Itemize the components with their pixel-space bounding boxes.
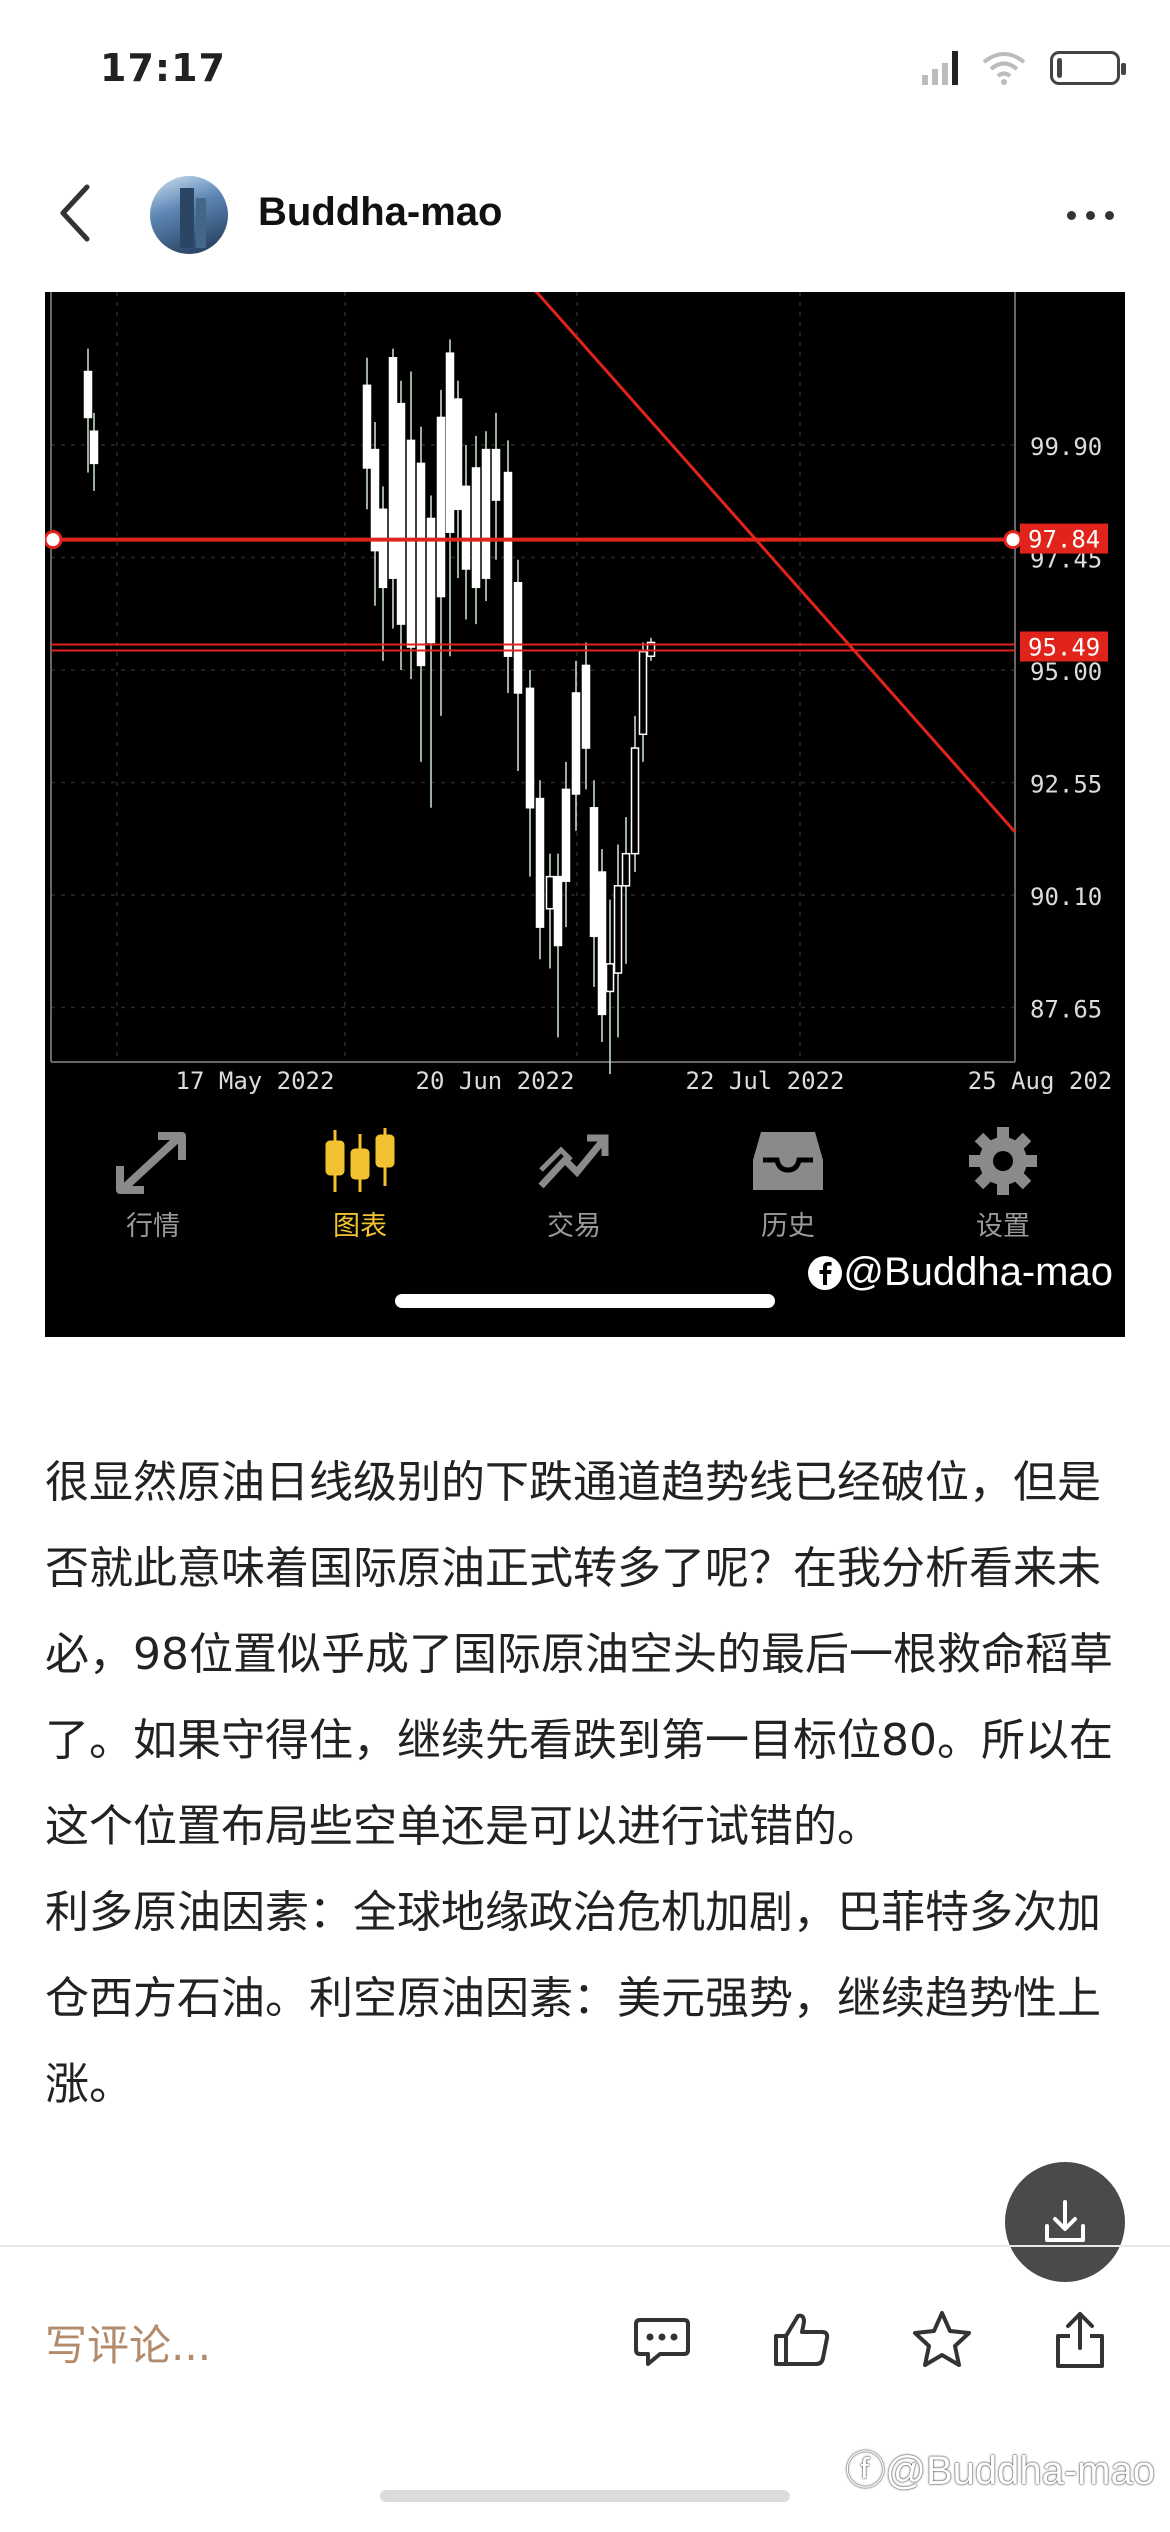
candle-body <box>362 384 372 469</box>
comment-icon[interactable] <box>630 2308 694 2372</box>
candle-body <box>453 398 463 511</box>
favorite-star-icon[interactable] <box>910 2308 974 2372</box>
candle-body <box>426 517 436 644</box>
status-bar: 17:17 <box>0 0 1170 150</box>
app-tab-label: 交易 <box>547 1211 601 1242</box>
candle-body <box>378 508 388 589</box>
candle-body <box>545 875 555 910</box>
watermark-text: @Buddha-mao <box>885 2449 1155 2493</box>
history-inbox-icon <box>749 1126 827 1196</box>
app-tab-4[interactable]: 设置 <box>923 1112 1083 1242</box>
candle-body <box>561 788 571 882</box>
like-thumbs-up-icon[interactable] <box>770 2308 834 2372</box>
candlestick-chart-icon <box>321 1126 399 1196</box>
candle-body <box>396 402 406 625</box>
candle-body <box>630 747 640 855</box>
candle-body <box>581 664 591 749</box>
candle-body <box>571 692 581 795</box>
x-tick-label: 20 Jun 2022 <box>416 1067 575 1095</box>
trendline <box>534 292 1017 833</box>
x-tick-label: 22 Jul 2022 <box>686 1067 845 1095</box>
candle-body <box>605 963 615 993</box>
price-label: 97.84 <box>1028 526 1100 554</box>
home-indicator <box>395 1294 775 1308</box>
x-tick-label: 17 May 2022 <box>176 1067 335 1095</box>
candle-body <box>589 807 599 938</box>
trade-trend-icon <box>535 1126 613 1196</box>
more-dot-icon <box>1066 210 1076 220</box>
status-time: 17:17 <box>100 46 226 90</box>
y-tick-label: 87.65 <box>1030 996 1102 1024</box>
candle-body <box>597 871 607 1016</box>
y-tick-label: 99.90 <box>1030 433 1102 461</box>
price-line-handle <box>1003 530 1023 550</box>
candle-body <box>513 582 523 694</box>
candle-body <box>638 650 648 736</box>
facebook-watermark: @Buddha-mao <box>807 1250 1113 1295</box>
chevron-left-icon <box>60 184 90 242</box>
download-icon <box>1045 2200 1085 2242</box>
app-tab-label: 历史 <box>761 1211 815 1242</box>
candle-body <box>503 471 513 657</box>
settings-gear-icon <box>964 1126 1042 1196</box>
app-tab-1[interactable]: 图表 <box>280 1112 440 1242</box>
home-indicator <box>380 2490 790 2502</box>
candle-body <box>491 448 501 501</box>
candlestick-chart: 99.9097.4595.0092.5590.1087.6517 May 202… <box>45 292 1113 1095</box>
bottom-action-bar: 写评论... <box>0 2250 1170 2430</box>
candle-body <box>525 687 535 809</box>
article-paragraph: 很显然原油日线级别的下跌通道趋势线已经破位，但是否就此意味着国际原油正式转多了呢… <box>45 1457 1113 1852</box>
back-button[interactable] <box>40 178 110 248</box>
candle-body <box>621 852 631 887</box>
price-line-handle <box>45 530 63 550</box>
watermark-text: @Buddha-mao <box>843 1250 1113 1294</box>
post-header: Buddha-mao <box>0 160 1170 270</box>
facebook-icon: ⓕ <box>845 2449 886 2493</box>
app-tab-3[interactable]: 历史 <box>708 1112 868 1242</box>
app-tab-label: 设置 <box>976 1211 1030 1242</box>
candle-body <box>388 357 398 579</box>
share-icon[interactable] <box>1048 2308 1112 2372</box>
article-paragraph: 利多原油因素：全球地缘政治危机加剧，巴菲特多次加仓西方石油。利空原油因素：美元强… <box>45 1887 1101 2110</box>
candle-body <box>535 797 545 928</box>
price-label: 95.49 <box>1028 634 1100 662</box>
candle-body <box>436 416 446 598</box>
candle-body <box>553 875 563 947</box>
more-dot-icon <box>1085 210 1095 220</box>
candle-body <box>406 439 416 648</box>
more-options-button[interactable] <box>1050 190 1130 240</box>
app-tab-0[interactable]: 行情 <box>73 1112 233 1242</box>
signal-icon <box>922 51 958 85</box>
candle-body <box>461 485 471 570</box>
avatar[interactable] <box>150 176 228 254</box>
chart-screenshot[interactable]: 99.90 97.45 95.00 92.55 90.10 87.65 17 May 202… <box>45 292 1125 1337</box>
candle-body <box>445 352 455 533</box>
wifi-icon <box>982 52 1026 85</box>
more-dot-icon <box>1104 210 1114 220</box>
y-tick-label: 90.10 <box>1030 883 1102 911</box>
candle-body <box>83 370 93 419</box>
status-icons <box>922 50 1126 86</box>
user-name[interactable]: Buddha-mao <box>258 190 502 235</box>
comment-input[interactable]: 写评论... <box>45 2312 211 2373</box>
candle-body <box>370 448 380 552</box>
candle-body <box>416 462 426 667</box>
x-tick-label: 25 Aug 202 <box>968 1067 1113 1095</box>
app-tab-label: 图表 <box>333 1211 387 1242</box>
app-tab-label: 行情 <box>126 1211 180 1242</box>
candle-body <box>471 467 481 589</box>
article-body: 很显然原油日线级别的下跌通道趋势线已经破位，但是否就此意味着国际原油正式转多了呢… <box>45 1440 1130 2128</box>
quotes-arrows-icon <box>114 1126 192 1196</box>
candle-body <box>89 430 99 465</box>
app-tab-2[interactable]: 交易 <box>494 1112 654 1242</box>
divider <box>0 2245 1170 2247</box>
y-tick-label: 95.00 <box>1030 658 1102 686</box>
bottom-watermark: ⓕ@Buddha-mao <box>845 2438 1155 2496</box>
battery-icon <box>1050 51 1126 85</box>
y-tick-label: 92.55 <box>1030 771 1102 799</box>
candle-body <box>613 885 623 974</box>
facebook-icon <box>808 1256 843 1290</box>
candle-body <box>481 448 491 579</box>
